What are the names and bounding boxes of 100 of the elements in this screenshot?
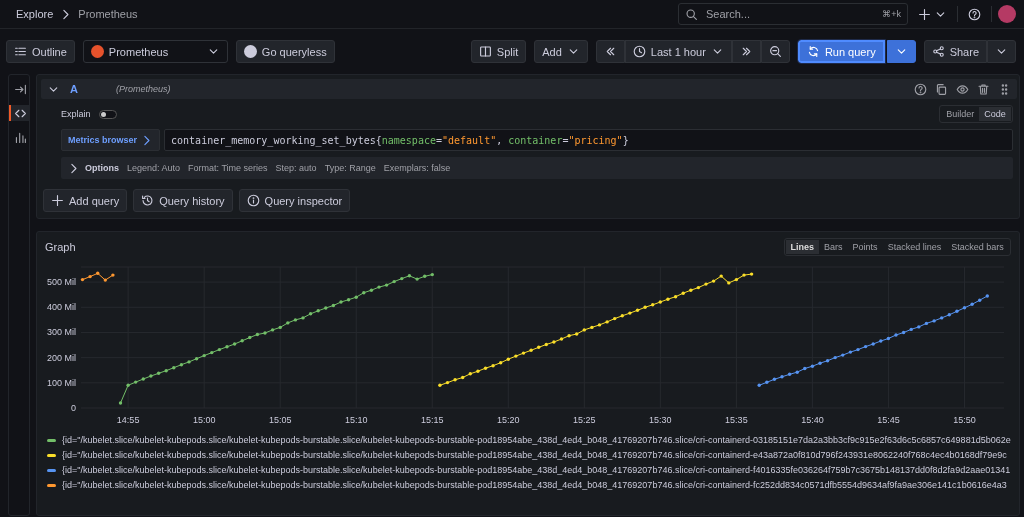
axis-label: 500 Mil bbox=[47, 277, 76, 288]
data-point bbox=[673, 295, 678, 299]
legend-label[interactable]: {id="/kubelet.slice/kubelet-kubepods.slice/kubelet-kubepods-burstable.slice/kubelet-kubepods-burstable-pod18954abe_438d_4ed4_b048_41769207b746.slice/cri-containerd-03185151e7da2a3bb3cf9c915e2f63d6c5c6857c649881d5b062e bbox=[62, 435, 1011, 445]
run-query-button[interactable]: Run query bbox=[797, 40, 885, 63]
data-point bbox=[384, 283, 389, 287]
style-tab[interactable]: Stacked lines bbox=[882, 240, 947, 254]
option-summary: Step: auto bbox=[275, 163, 317, 173]
axis-label: 15:10 bbox=[344, 415, 368, 425]
data-point bbox=[529, 348, 533, 352]
data-point bbox=[635, 308, 640, 312]
data-point bbox=[666, 297, 670, 301]
avatar[interactable] bbox=[998, 5, 1016, 23]
data-point bbox=[126, 383, 130, 387]
datasource-select[interactable]: Prometheus bbox=[82, 40, 228, 63]
data-point bbox=[225, 345, 229, 349]
data-point bbox=[156, 371, 161, 375]
axis-label: 200 Mil bbox=[47, 352, 76, 363]
breadcrumb-link[interactable]: Prometheus bbox=[78, 8, 138, 20]
data-point bbox=[582, 328, 586, 332]
data-point bbox=[362, 291, 366, 295]
data-point bbox=[461, 375, 465, 380]
data-point bbox=[377, 285, 381, 289]
data-point bbox=[286, 321, 290, 325]
mode-tab[interactable]: Builder bbox=[941, 107, 980, 121]
data-point bbox=[567, 334, 571, 338]
shift-back-button[interactable] bbox=[595, 40, 625, 63]
trash-button[interactable] bbox=[976, 82, 990, 96]
axis-label: 15:35 bbox=[725, 415, 748, 425]
axis-label: 14:55 bbox=[116, 415, 140, 425]
data-point bbox=[879, 339, 883, 343]
data-point bbox=[88, 274, 92, 279]
data-point bbox=[263, 331, 267, 335]
metrics-browser-button[interactable]: Metrics browser bbox=[61, 129, 161, 151]
add-button[interactable]: Add bbox=[534, 40, 588, 63]
data-point bbox=[499, 361, 503, 365]
data-point bbox=[643, 305, 647, 309]
style-tab[interactable]: Stacked bars bbox=[946, 240, 1009, 254]
data-point bbox=[947, 313, 951, 317]
style-tab[interactable]: Bars bbox=[819, 240, 848, 254]
run-options-button[interactable] bbox=[886, 40, 916, 63]
shift-forward-button[interactable] bbox=[731, 40, 761, 63]
data-point bbox=[400, 276, 404, 281]
query-editor[interactable]: container_memory_working_set_bytes{namespace="default", container="pricing"} bbox=[164, 129, 1013, 151]
split-button[interactable]: Split bbox=[470, 40, 527, 63]
query-action-button[interactable]: Add query bbox=[43, 189, 128, 212]
help-icon bbox=[968, 7, 981, 21]
style-tab[interactable]: Lines bbox=[785, 240, 820, 254]
data-point bbox=[742, 273, 746, 277]
data-point bbox=[765, 380, 769, 384]
query-action-button[interactable]: Query history bbox=[133, 189, 233, 212]
data-point bbox=[772, 377, 777, 381]
data-point bbox=[597, 323, 602, 327]
data-point bbox=[423, 274, 427, 278]
search-field[interactable]: Search... ⌘+k bbox=[678, 3, 908, 25]
data-point bbox=[445, 380, 450, 385]
breadcrumb-link[interactable]: Explore bbox=[16, 8, 54, 20]
data-point bbox=[787, 372, 792, 376]
copy-button[interactable] bbox=[934, 82, 948, 96]
legend-label[interactable]: {id="/kubelet.slice/kubelet-kubepods.slice/kubelet-kubepods-burstable.slice/kubelet-kubepods-burstable-pod18954abe_438d_4ed4_b048_41769207b746.slice/cri-containerd-fc252dd834c0571dfb5554d9634af9fa9ae306e141c1b0616e4a3 bbox=[62, 480, 1007, 490]
queryless-button[interactable]: Go queryless bbox=[235, 40, 335, 63]
data-point bbox=[863, 344, 868, 349]
share-options-button[interactable] bbox=[987, 40, 1016, 63]
circle-icon bbox=[243, 45, 257, 58]
data-point bbox=[871, 342, 875, 346]
data-point bbox=[833, 355, 837, 360]
axis-label: 100 Mil bbox=[47, 377, 76, 388]
axis-label: 15:45 bbox=[877, 415, 900, 425]
axis-label: 15:00 bbox=[192, 415, 216, 425]
legend-label[interactable]: {id="/kubelet.slice/kubelet-kubepods.slice/kubelet-kubepods-burstable.slice/kubelet-kubepods-burstable-pod18954abe_438d_4ed4_b048_41769207b746.slice/cri-containerd-f4016335fe036264f759b7c3675b148137dd0f8d2fa9d2aae01341 bbox=[62, 465, 1011, 475]
axis-label: 15:05 bbox=[268, 415, 292, 425]
data-point bbox=[825, 359, 830, 363]
data-point bbox=[141, 377, 145, 381]
data-point bbox=[415, 277, 419, 281]
time-range-picker[interactable]: Last 1 hour bbox=[624, 40, 732, 63]
options-toggle[interactable]: Options bbox=[67, 161, 119, 175]
explain-toggle[interactable] bbox=[98, 109, 117, 119]
legend-label[interactable]: {id="/kubelet.slice/kubelet-kubepods.slice/kubelet-kubepods-burstable.slice/kubelet-kubepods-burstable-pod18954abe_438d_4ed4_b048_41769207b746.slice/cri-containerd-e43a872a0f810d796f243931e8062240f768c4ec4b0168df79e9c bbox=[62, 450, 1007, 460]
outline-button[interactable]: Outline bbox=[6, 40, 75, 63]
mode-tab[interactable]: Code bbox=[979, 107, 1011, 121]
share-button[interactable]: Share bbox=[923, 40, 987, 63]
datasource-name: Prometheus bbox=[108, 45, 169, 58]
eye-icon bbox=[955, 82, 969, 96]
eye-button[interactable] bbox=[955, 82, 969, 96]
query-action-button[interactable]: Query inspector bbox=[238, 189, 351, 212]
data-point bbox=[696, 285, 701, 290]
query-name: A bbox=[70, 83, 79, 95]
sidebar-item[interactable] bbox=[9, 105, 29, 121]
data-point bbox=[293, 318, 298, 322]
help-button[interactable] bbox=[913, 82, 927, 96]
search-input[interactable]: Search... bbox=[704, 7, 877, 21]
refresh-icon bbox=[806, 45, 820, 58]
data-point bbox=[301, 316, 305, 320]
zoom-out-button[interactable] bbox=[760, 40, 790, 63]
data-point bbox=[118, 401, 123, 405]
data-point bbox=[103, 278, 107, 282]
style-tab[interactable]: Points bbox=[847, 240, 883, 254]
info-icon bbox=[246, 194, 260, 207]
data-point bbox=[658, 300, 662, 304]
list-icon bbox=[14, 45, 27, 58]
axis-label: 0 bbox=[71, 403, 76, 413]
